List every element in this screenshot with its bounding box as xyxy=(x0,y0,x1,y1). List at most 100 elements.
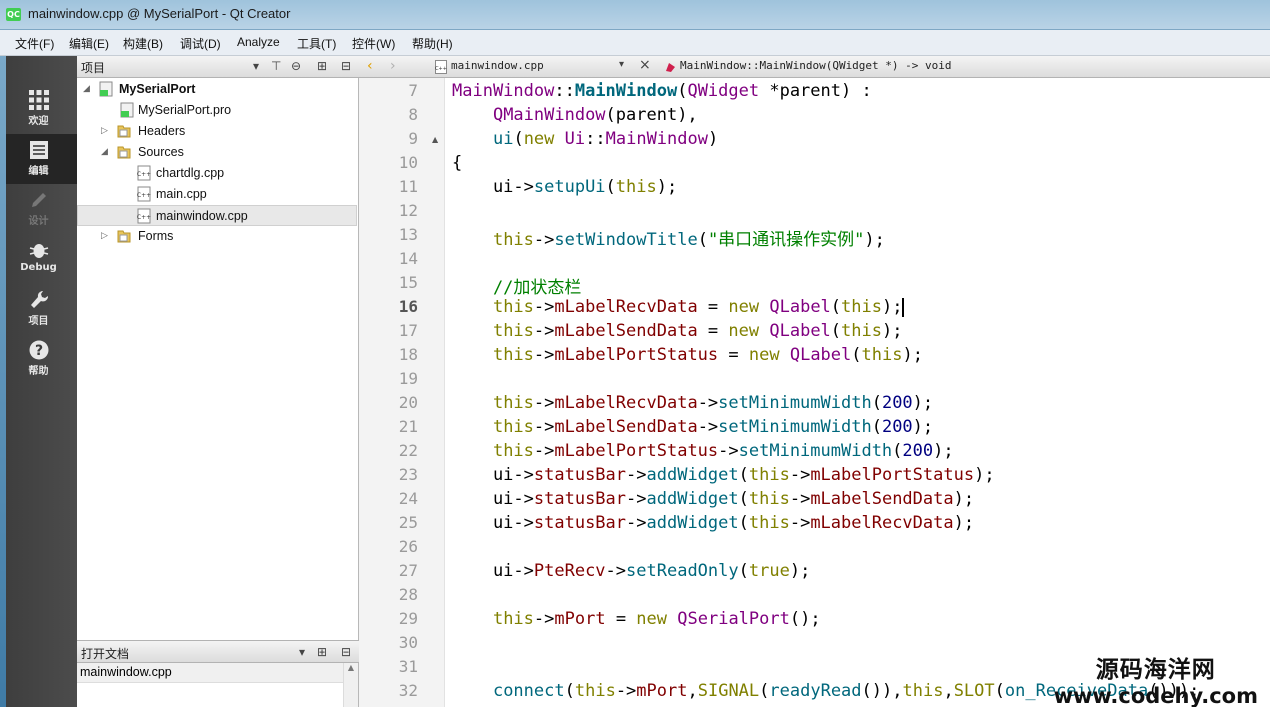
menu-debug[interactable]: 调试(D) xyxy=(180,35,221,52)
file-dropdown-icon[interactable]: ▾ xyxy=(619,59,624,70)
file-selector[interactable]: mainwindow.cpp xyxy=(451,59,544,72)
link-icon[interactable]: ⊖ xyxy=(291,59,301,73)
collapsed-arrow-icon[interactable]: ▷ xyxy=(101,125,108,136)
line-number: 8 xyxy=(408,105,418,124)
line-number: 25 xyxy=(398,513,418,532)
split-icon[interactable]: ⊞ xyxy=(317,645,327,659)
code-line[interactable]: this->mPort = new QSerialPort(); xyxy=(452,609,821,629)
expand-arrow-icon[interactable]: ◢ xyxy=(101,146,108,157)
menu-help[interactable]: 帮助(H) xyxy=(412,35,453,52)
code-line[interactable]: ui->statusBar->addWidget(this->mLabelPor… xyxy=(452,465,995,485)
tree-item-forms[interactable]: ▷ Forms xyxy=(77,226,357,247)
mode-edit-label: 编辑 xyxy=(28,166,49,177)
pro-file-icon xyxy=(120,102,134,118)
close-pane-icon[interactable]: ⊟ xyxy=(341,645,351,659)
code-line[interactable]: this->setWindowTitle("串口通讯操作实例"); xyxy=(452,225,885,250)
code-editor[interactable]: MainWindow::MainWindow(QWidget *parent) … xyxy=(445,78,1270,707)
mode-projects[interactable]: 项目 xyxy=(0,284,77,334)
tree-label-pro-file: MySerialPort.pro xyxy=(138,103,232,117)
view-dropdown-icon[interactable]: ▾ xyxy=(253,59,259,73)
watermark: 源码海洋网 www.codehy.com xyxy=(1054,650,1258,707)
folder-icon xyxy=(117,125,131,138)
help-icon: ? xyxy=(29,340,48,360)
code-line[interactable]: ui->statusBar->addWidget(this->mLabelRec… xyxy=(452,513,974,533)
menu-controls[interactable]: 控件(W) xyxy=(352,35,395,52)
code-line[interactable]: { xyxy=(452,153,462,173)
tree-item-project[interactable]: ◢ MySerialPort xyxy=(77,79,357,100)
code-line[interactable]: ui(new Ui::MainWindow) xyxy=(452,129,718,149)
code-line[interactable]: this->mLabelRecvData = new QLabel(this); xyxy=(452,297,905,317)
line-number: 19 xyxy=(398,369,418,388)
mode-debug[interactable]: Debug xyxy=(0,234,77,284)
code-line[interactable]: QMainWindow(parent), xyxy=(452,105,698,125)
line-number: 7 xyxy=(408,81,418,100)
symbol-selector[interactable]: MainWindow::MainWindow(QWidget *) -> voi… xyxy=(680,59,952,72)
symbol-icon xyxy=(666,63,675,72)
tree-item-pro-file[interactable]: MySerialPort.pro xyxy=(77,100,357,121)
line-number: 26 xyxy=(398,537,418,556)
go-forward-icon[interactable]: › xyxy=(390,58,396,74)
filter-icon[interactable]: ⊤ xyxy=(271,59,281,73)
tree-item-chartdlg[interactable]: C++ chartdlg.cpp xyxy=(77,163,357,184)
cpp-file-icon: C++ xyxy=(137,186,151,202)
desktop-edge-strip xyxy=(0,56,6,707)
menu-bar: 文件(F) 编辑(E) 构建(B) 调试(D) Analyze 工具(T) 控件… xyxy=(0,30,1270,56)
code-line[interactable]: this->mLabelRecvData->setMinimumWidth(20… xyxy=(452,393,933,413)
line-number: 24 xyxy=(398,489,418,508)
open-documents-header: 打开文档 ▾ ⊞ ⊟ xyxy=(77,640,359,663)
code-line[interactable]: this->mLabelSendData = new QLabel(this); xyxy=(452,321,903,341)
mode-welcome[interactable]: 欢迎 xyxy=(0,84,77,134)
code-line[interactable]: this->mLabelPortStatus = new QLabel(this… xyxy=(452,345,923,365)
mode-selector: 欢迎 编辑 设计 Debug 项目 ? 帮助 xyxy=(0,56,77,707)
line-number: 14 xyxy=(398,249,418,268)
mode-help[interactable]: ? 帮助 xyxy=(0,334,77,384)
code-line[interactable]: this->mLabelPortStatus->setMinimumWidth(… xyxy=(452,441,954,461)
menu-analyze[interactable]: Analyze xyxy=(237,35,280,49)
project-icon xyxy=(99,81,113,97)
menu-file[interactable]: 文件(F) xyxy=(15,35,54,52)
line-number: 22 xyxy=(398,441,418,460)
mode-edit[interactable]: 编辑 xyxy=(0,134,77,184)
wrench-icon xyxy=(30,290,48,308)
code-line[interactable]: ui->statusBar->addWidget(this->mLabelSen… xyxy=(452,489,974,509)
code-line[interactable]: //加状态栏 xyxy=(452,273,581,298)
menu-tools[interactable]: 工具(T) xyxy=(297,35,336,52)
code-line[interactable]: ui->PteRecv->setReadOnly(true); xyxy=(452,561,810,581)
tree-label-chartdlg: chartdlg.cpp xyxy=(156,166,225,180)
bug-icon xyxy=(29,244,48,258)
mode-projects-label: 项目 xyxy=(28,316,49,327)
watermark-line2: www.codehy.com xyxy=(1053,684,1258,707)
docs-scrollbar[interactable]: ▲ xyxy=(343,663,358,707)
tree-label-main: main.cpp xyxy=(156,187,207,201)
close-pane-icon[interactable]: ⊟ xyxy=(341,59,351,73)
code-line[interactable]: this->mLabelSendData->setMinimumWidth(20… xyxy=(452,417,933,437)
collapsed-arrow-icon[interactable]: ▷ xyxy=(101,230,108,241)
fold-marker-icon[interactable]: ▲ xyxy=(432,135,438,144)
split-icon[interactable]: ⊞ xyxy=(317,59,327,73)
tree-item-main[interactable]: C++ main.cpp xyxy=(77,184,357,205)
line-number: 13 xyxy=(398,225,418,244)
mode-debug-label: Debug xyxy=(20,262,57,273)
open-document-item[interactable]: mainwindow.cpp xyxy=(77,663,343,683)
text-caret xyxy=(902,297,905,317)
mode-design[interactable]: 设计 xyxy=(0,184,77,234)
tree-label-forms: Forms xyxy=(138,229,174,243)
line-number: 10 xyxy=(398,153,418,172)
tree-item-mainwindow[interactable]: C++ mainwindow.cpp xyxy=(77,205,357,226)
code-line[interactable]: MainWindow::MainWindow(QWidget *parent) … xyxy=(452,81,872,101)
svg-text:C++: C++ xyxy=(137,214,151,221)
tree-item-headers[interactable]: ▷ Headers xyxy=(77,121,357,142)
go-back-icon[interactable]: ‹ xyxy=(367,58,373,74)
line-number-gutter: 7 8 9 ▲ 10 11 12 13 14 15 16 17 18 19 20 21 22 23 24 25 26 27… xyxy=(359,78,445,707)
line-number: 31 xyxy=(398,657,418,676)
line-number: 28 xyxy=(398,585,418,604)
menu-edit[interactable]: 编辑(E) xyxy=(69,35,109,52)
expand-arrow-icon[interactable]: ◢ xyxy=(83,83,90,94)
open-documents-title: 打开文档 xyxy=(81,647,130,661)
line-number: 30 xyxy=(398,633,418,652)
menu-build[interactable]: 构建(B) xyxy=(123,35,163,52)
code-line[interactable]: ui->setupUi(this); xyxy=(452,177,677,197)
docs-dropdown-icon[interactable]: ▾ xyxy=(299,645,305,659)
close-document-icon[interactable]: × xyxy=(639,57,651,73)
tree-item-sources[interactable]: ◢ Sources xyxy=(77,142,357,163)
